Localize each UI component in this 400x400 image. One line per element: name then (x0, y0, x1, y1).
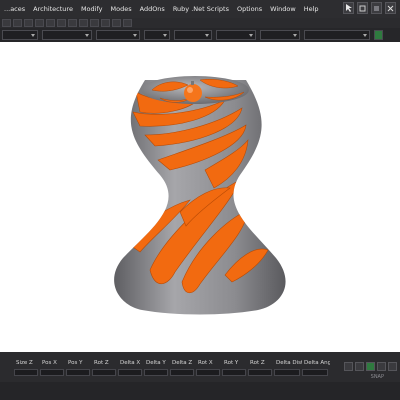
delta-y-field[interactable] (144, 369, 168, 376)
menu-ruby-net-scripts[interactable]: Ruby .Net Scripts (169, 5, 233, 13)
toolbar-button[interactable] (2, 19, 11, 27)
delta-z-field[interactable] (170, 369, 194, 376)
label-rot-x: Rot X (198, 360, 213, 366)
toolbar-button[interactable] (13, 19, 22, 27)
combo-box[interactable] (42, 30, 92, 40)
combo-box[interactable] (216, 30, 256, 40)
label-delta-y: Delta Y (146, 360, 166, 366)
rot-z-field[interactable] (92, 369, 116, 376)
combo-box[interactable] (304, 30, 370, 40)
3d-viewport[interactable] (0, 42, 400, 352)
label-pos-y: Pos Y (68, 360, 83, 366)
rot-z-field-2[interactable] (248, 369, 272, 376)
pos-y-field[interactable] (66, 369, 90, 376)
window-icons (343, 2, 396, 14)
toolbar-button[interactable] (68, 19, 77, 27)
icon-toolbar (0, 18, 400, 28)
snap-active-icon[interactable] (366, 362, 375, 371)
pos-x-field[interactable] (40, 369, 64, 376)
green-tool-icon[interactable] (374, 30, 383, 40)
size-z-field[interactable] (14, 369, 38, 376)
menu-modify[interactable]: Modify (77, 5, 107, 13)
menu-bar: ...aces Architecture Modify Modes AddOns… (0, 0, 400, 18)
label-size-z: Size Z (16, 360, 33, 366)
toolbar-button[interactable] (123, 19, 132, 27)
label-delta-angle: Delta Angle (304, 360, 330, 366)
ortho-icon[interactable] (377, 362, 386, 371)
select-arrow-icon[interactable] (343, 2, 354, 14)
snap-label: SNAP (370, 374, 384, 380)
label-rot-z-2: Rot Z (250, 360, 265, 366)
combo-box[interactable] (144, 30, 170, 40)
toolbar-button[interactable] (112, 19, 121, 27)
delta-distance-field[interactable] (274, 369, 300, 376)
toolbar-button[interactable] (57, 19, 66, 27)
delta-angle-field[interactable] (302, 369, 328, 376)
label-rot-z: Rot Z (94, 360, 109, 366)
toggle-icon[interactable] (357, 2, 368, 14)
toolbar-button[interactable] (101, 19, 110, 27)
combo-box[interactable] (96, 30, 140, 40)
maximize-icon[interactable] (371, 2, 382, 14)
label-rot-y: Rot Y (224, 360, 239, 366)
rot-y-field[interactable] (222, 369, 246, 376)
menu-window[interactable]: Window (266, 5, 300, 13)
toolbar-button[interactable] (79, 19, 88, 27)
combo-box[interactable] (2, 30, 38, 40)
combo-box[interactable] (174, 30, 212, 40)
label-delta-distance: Delta Distanc (276, 360, 302, 366)
snap-grid-icon[interactable] (344, 362, 353, 371)
toolbar-button[interactable] (24, 19, 33, 27)
property-toolbar (0, 28, 400, 42)
menu-modes[interactable]: Modes (107, 5, 136, 13)
snap-point-icon[interactable] (355, 362, 364, 371)
vase-render (114, 76, 286, 315)
close-icon[interactable] (385, 2, 396, 14)
status-label (0, 358, 14, 368)
menu-options[interactable]: Options (233, 5, 266, 13)
delta-x-field[interactable] (118, 369, 142, 376)
menu-addons[interactable]: AddOns (136, 5, 169, 13)
status-bar: Size Z Pos X Pos Y Rot Z Delta X Delta Y… (0, 352, 400, 400)
label-delta-x: Delta X (120, 360, 141, 366)
label-pos-x: Pos X (42, 360, 57, 366)
label-delta-z: Delta Z (172, 360, 193, 366)
status-row (0, 382, 400, 400)
coordinate-labels: Size Z Pos X Pos Y Rot Z Delta X Delta Y… (0, 358, 400, 368)
rot-x-field[interactable] (196, 369, 220, 376)
menu-architecture[interactable]: Architecture (29, 5, 77, 13)
coordinate-fields (0, 369, 400, 379)
toolbar-button[interactable] (46, 19, 55, 27)
menu-help[interactable]: Help (300, 5, 323, 13)
combo-box[interactable] (260, 30, 300, 40)
status-icons (344, 362, 397, 371)
lock-icon[interactable] (388, 362, 397, 371)
toolbar-button[interactable] (35, 19, 44, 27)
toolbar-button[interactable] (90, 19, 99, 27)
menu-spaces[interactable]: ...aces (0, 5, 29, 13)
vase-knob (184, 84, 202, 102)
